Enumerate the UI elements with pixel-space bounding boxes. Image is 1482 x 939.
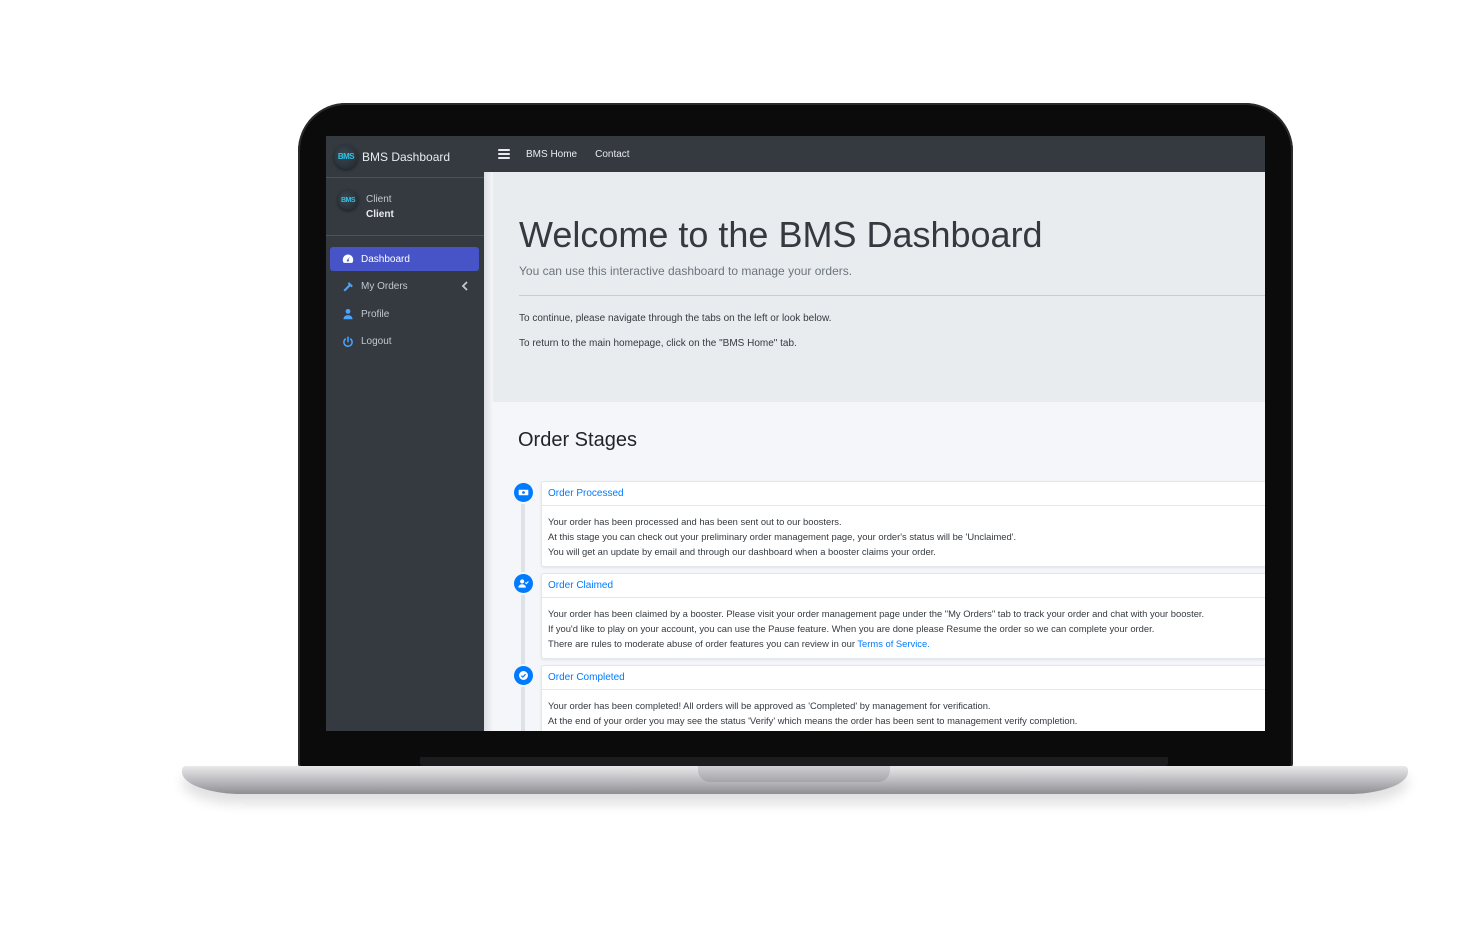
user-name[interactable]: Client (366, 194, 392, 205)
timeline-item-order-claimed: Order Claimed Your order has been claime… (541, 573, 1265, 659)
timeline-line (521, 492, 525, 731)
sidebar-item-label: My Orders (361, 281, 408, 292)
sidebar-item-logout[interactable]: Logout (330, 330, 479, 354)
timeline-item-body: Your order has been claimed by a booster… (542, 598, 1265, 658)
sidebar: BMS BMS Dashboard BMS Client Client Dash… (326, 136, 484, 731)
power-icon (343, 335, 353, 347)
timeline-item-body: Your order has been processed and has be… (542, 506, 1265, 566)
user-role: Client (366, 209, 394, 220)
nav-link-contact[interactable]: Contact (595, 149, 629, 160)
body-line: If you'd like to play on your account, y… (548, 623, 1155, 635)
instruction-text: To continue, please navigate through the… (519, 313, 832, 324)
sidebar-nav: Dashboard My Orders Profile Logout (330, 247, 479, 357)
content-shadow (484, 172, 493, 731)
nav-link-bms-home[interactable]: BMS Home (526, 149, 577, 160)
sidebar-item-label: Logout (361, 336, 392, 347)
brand-text: BMS Dashboard (362, 149, 451, 164)
main-content: Welcome to the BMS Dashboard You can use… (484, 172, 1265, 731)
section-title: Order Stages (518, 429, 637, 451)
body-line: There are rules to moderate abuse of ord… (548, 636, 1259, 651)
tachometer-icon (342, 254, 354, 263)
body-line: Your order has been completed! All order… (548, 700, 991, 711)
top-navbar: BMS Home Contact (484, 136, 1265, 172)
sidebar-item-my-orders[interactable]: My Orders (330, 275, 479, 299)
brand-link[interactable]: BMS BMS Dashboard (326, 136, 484, 178)
body-line: You will get an update by email and thro… (548, 546, 936, 558)
body-line: Your order has been processed and has be… (548, 516, 842, 527)
sidebar-item-dashboard[interactable]: Dashboard (330, 247, 479, 271)
hamburger-menu-icon[interactable] (498, 149, 510, 159)
body-line: Your order has been claimed by a booster… (548, 608, 1205, 619)
sidebar-item-profile[interactable]: Profile (330, 302, 479, 326)
avatar: BMS (338, 190, 358, 210)
user-check-icon (514, 574, 533, 593)
body-line: At this stage you can check out your pre… (548, 531, 1017, 543)
timeline-item-order-completed: Order Completed Your order has been comp… (541, 665, 1265, 731)
sidebar-item-label: Dashboard (361, 253, 410, 265)
timeline-item-title: Order Completed (542, 666, 1265, 690)
instruction-text: To return to the main homepage, click on… (519, 338, 797, 349)
logo-text: BMS (337, 152, 355, 161)
laptop-notch (698, 766, 890, 782)
check-circle-icon (514, 666, 533, 685)
divider (519, 295, 1265, 296)
user-panel: BMS Client Client (326, 186, 484, 236)
hammer-icon (343, 281, 353, 291)
welcome-jumbotron: Welcome to the BMS Dashboard You can use… (493, 172, 1265, 402)
terms-of-service-link[interactable]: Terms of Service. (857, 638, 929, 649)
sidebar-item-label: Profile (361, 308, 390, 320)
timeline-item-body: Your order has been completed! All order… (542, 690, 1265, 731)
page-title: Welcome to the BMS Dashboard (519, 214, 1043, 255)
page-lead: You can use this interactive dashboard t… (519, 264, 853, 278)
timeline-item-order-processed: Order Processed Your order has been proc… (541, 481, 1265, 567)
user-icon (343, 308, 353, 320)
bms-logo-icon: BMS (334, 144, 358, 169)
timeline-item-title: Order Claimed (542, 574, 1265, 598)
timeline-item-title: Order Processed (542, 482, 1265, 506)
laptop-screen: BMS BMS Dashboard BMS Client Client Dash… (326, 136, 1265, 731)
avatar-logo-text: BMS (340, 196, 356, 204)
body-text: There are rules to moderate abuse of ord… (548, 638, 858, 650)
money-bill-icon (514, 483, 533, 502)
chevron-left-icon[interactable] (461, 280, 469, 291)
body-line: At the end of your order you may see the… (548, 715, 1078, 727)
